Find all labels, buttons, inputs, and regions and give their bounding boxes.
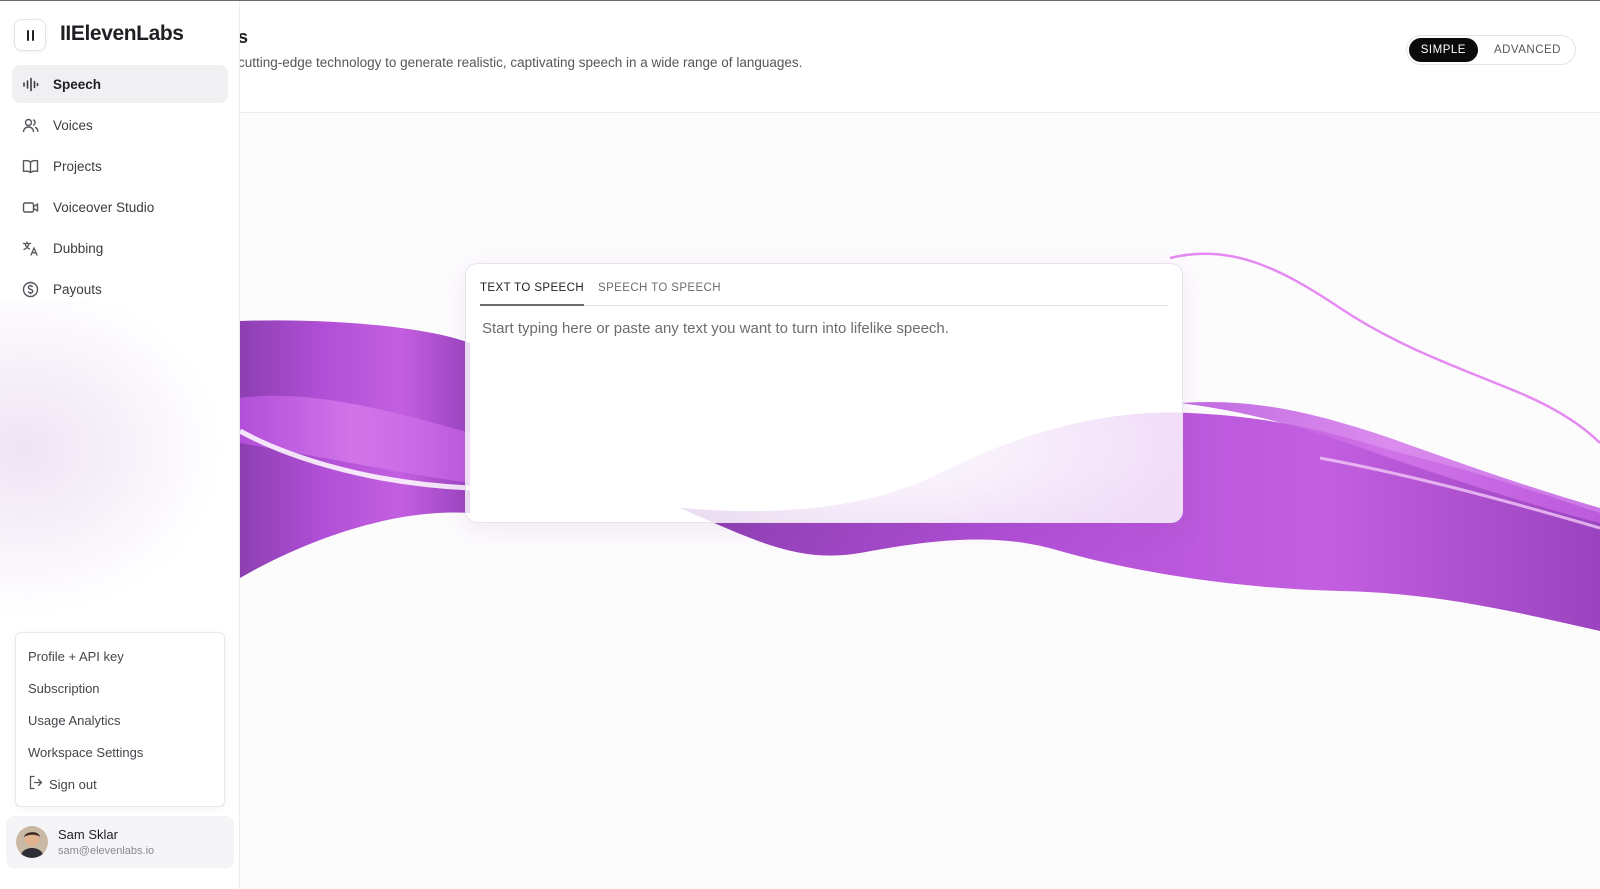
sidebar-nav: Speech Voices Projects Voiceover Studio …	[12, 65, 228, 311]
sign-out-button[interactable]: Sign out	[16, 768, 224, 800]
pause-bars-icon	[26, 29, 29, 41]
sidebar-item-dubbing[interactable]: Dubbing	[12, 229, 228, 267]
user-profile-card[interactable]: Sam Sklar sam@elevenlabs.io	[6, 816, 234, 868]
account-menu: Profile + API key Subscription Usage Ana…	[15, 632, 225, 807]
sidebar-item-label: Voiceover Studio	[53, 199, 155, 215]
menu-item-usage-analytics[interactable]: Usage Analytics	[16, 704, 224, 736]
advanced-mode-button[interactable]: ADVANCED	[1482, 38, 1573, 62]
sidebar-item-label: Dubbing	[53, 240, 104, 256]
tts-text-input[interactable]	[482, 320, 1166, 500]
page-subtitle: cutting-edge technology to generate real…	[240, 55, 803, 70]
menu-item-workspace-settings[interactable]: Workspace Settings	[16, 736, 224, 768]
user-info: Sam Sklar sam@elevenlabs.io	[58, 827, 154, 857]
tab-text-to-speech[interactable]: TEXT TO SPEECH	[480, 264, 585, 306]
brand-wordmark: IIElevenLabs	[60, 22, 184, 45]
mode-toggle: SIMPLE ADVANCED	[1405, 35, 1576, 65]
main-area: s cutting-edge technology to generate re…	[240, 1, 1600, 889]
sidebar: IIElevenLabs Speech Voices Projects Voic…	[0, 1, 240, 889]
sidebar-item-label: Voices	[53, 117, 93, 133]
user-email: sam@elevenlabs.io	[58, 845, 155, 857]
brand-logo[interactable]: IIElevenLabs	[60, 22, 184, 46]
translate-icon	[22, 240, 39, 257]
users-icon	[22, 117, 39, 134]
video-camera-icon	[22, 199, 39, 216]
page-title: s	[240, 27, 249, 47]
book-icon	[22, 158, 39, 175]
tts-card: TEXT TO SPEECH SPEECH TO SPEECH	[465, 263, 1183, 523]
sidebar-item-speech[interactable]: Speech	[12, 65, 228, 103]
tts-tabs: TEXT TO SPEECH SPEECH TO SPEECH	[480, 264, 1168, 306]
tab-speech-to-speech[interactable]: SPEECH TO SPEECH	[598, 264, 721, 305]
menu-item-subscription[interactable]: Subscription	[16, 672, 224, 704]
sidebar-item-label: Speech	[53, 76, 102, 92]
sign-out-label: Sign out	[49, 776, 97, 792]
sign-out-icon	[28, 775, 43, 793]
sidebar-item-payouts[interactable]: Payouts	[12, 270, 228, 308]
page-header: s cutting-edge technology to generate re…	[240, 1, 1600, 113]
sidebar-item-projects[interactable]: Projects	[12, 147, 228, 185]
sidebar-item-label: Payouts	[53, 281, 102, 297]
waveform-icon	[22, 76, 39, 93]
avatar	[16, 826, 48, 858]
menu-item-profile-api-key[interactable]: Profile + API key	[16, 640, 224, 672]
sidebar-item-label: Projects	[53, 158, 102, 174]
dollar-circle-icon	[22, 281, 39, 298]
sidebar-item-voices[interactable]: Voices	[12, 106, 228, 144]
sidebar-glow	[0, 301, 240, 631]
sidebar-item-voiceover-studio[interactable]: Voiceover Studio	[12, 188, 228, 226]
simple-mode-button[interactable]: SIMPLE	[1408, 38, 1478, 62]
user-name: Sam Sklar	[58, 827, 118, 842]
sidebar-toggle-button[interactable]	[14, 19, 46, 51]
pause-bar	[31, 29, 34, 41]
